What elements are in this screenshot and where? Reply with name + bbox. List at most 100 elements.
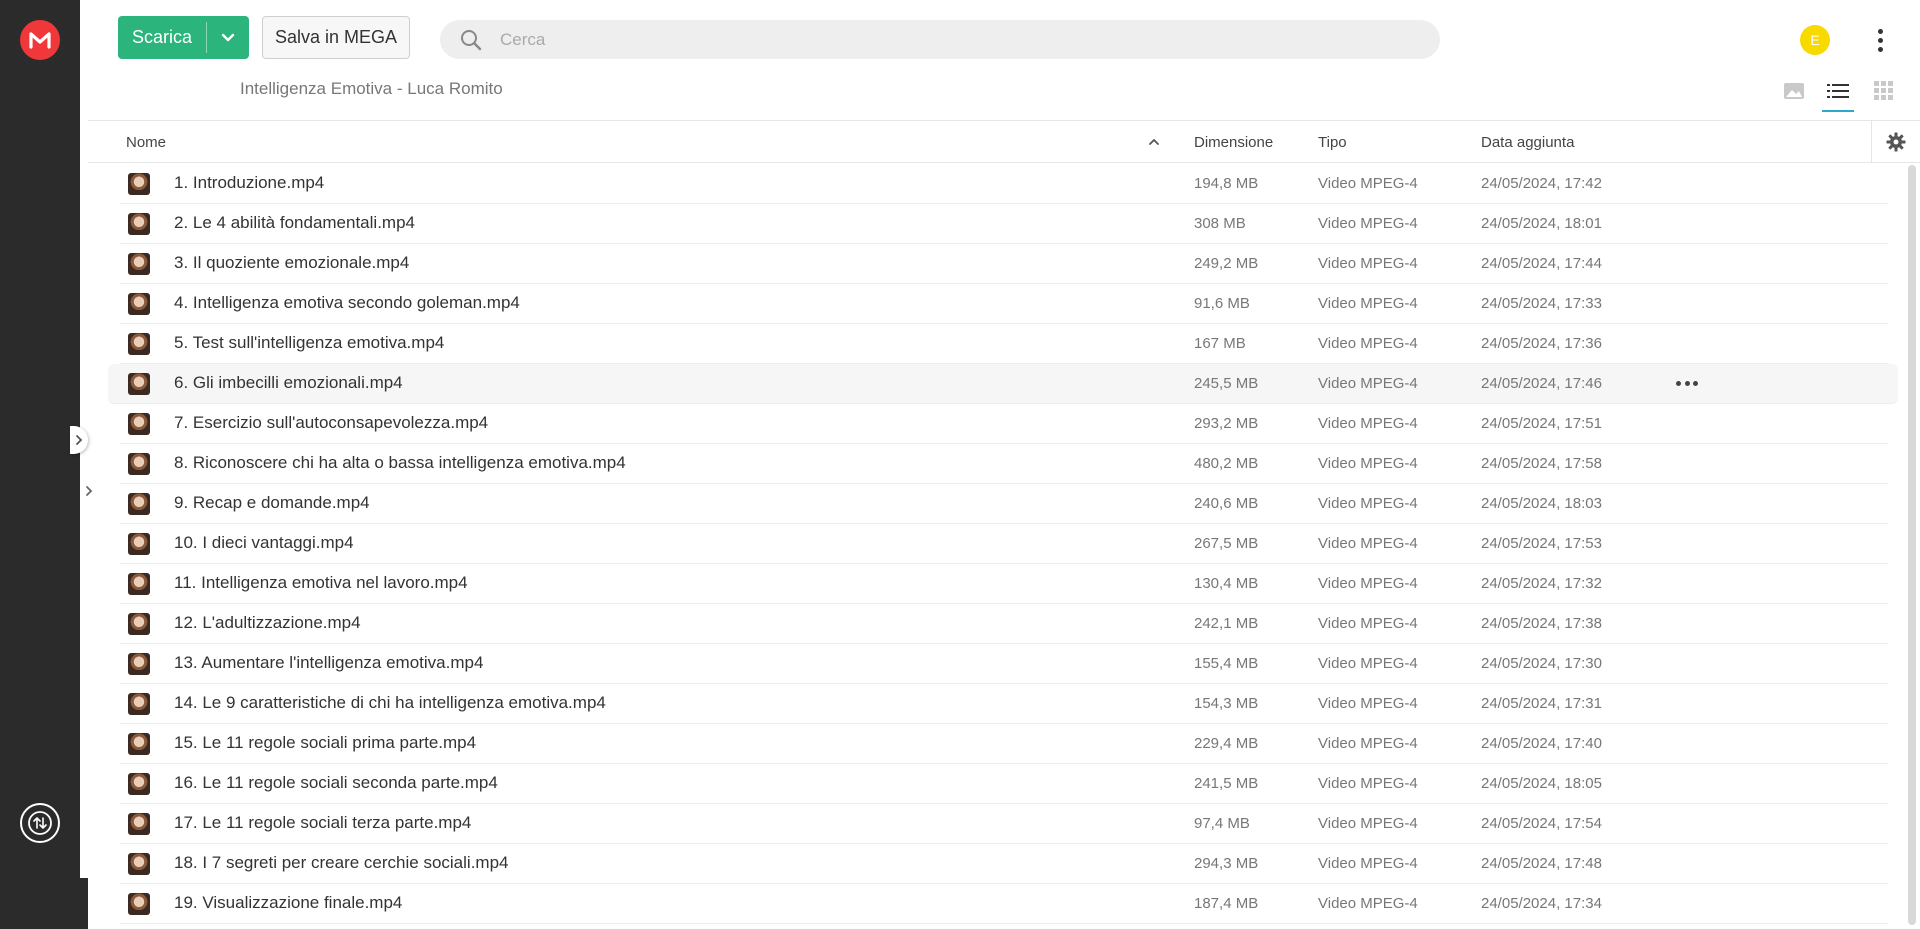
file-name[interactable]: 17. Le 11 regole sociali terza parte.mp4 bbox=[174, 813, 471, 833]
file-size: 97,4 MB bbox=[1194, 815, 1250, 832]
table-header: Nome Dimensione Tipo Data aggiunta bbox=[88, 121, 1920, 163]
file-date: 24/05/2024, 18:01 bbox=[1481, 215, 1602, 232]
file-date: 24/05/2024, 17:51 bbox=[1481, 415, 1602, 432]
video-thumbnail bbox=[128, 173, 150, 195]
thumbnail-view-button[interactable] bbox=[1780, 79, 1808, 103]
table-row[interactable]: 2. Le 4 abilità fondamentali.mp4 308 MB Vi… bbox=[120, 204, 1888, 244]
video-thumbnail bbox=[128, 893, 150, 915]
table-row[interactable]: 15. Le 11 regole sociali prima parte.mp4… bbox=[120, 724, 1888, 764]
mega-logo-icon[interactable] bbox=[20, 20, 60, 60]
table-row[interactable]: 13. Aumentare l'intelligenza emotiva.mp4… bbox=[120, 644, 1888, 684]
video-thumbnail bbox=[128, 613, 150, 635]
table-row[interactable]: 4. Intelligenza emotiva secondo goleman.… bbox=[120, 284, 1888, 324]
grid-view-button[interactable] bbox=[1870, 79, 1898, 103]
file-type: Video MPEG-4 bbox=[1318, 215, 1418, 232]
table-row[interactable]: 7. Esercizio sull'autoconsapevolezza.mp4… bbox=[120, 404, 1888, 444]
table-row[interactable]: 3. Il quoziente emozionale.mp4 249,2 MB Vi… bbox=[120, 244, 1888, 284]
file-date: 24/05/2024, 17:36 bbox=[1481, 335, 1602, 352]
table-row[interactable]: 5. Test sull'intelligenza emotiva.mp4 167… bbox=[120, 324, 1888, 364]
video-thumbnail bbox=[128, 453, 150, 475]
scrollbar[interactable] bbox=[1908, 165, 1916, 925]
file-name[interactable]: 7. Esercizio sull'autoconsapevolezza.mp4 bbox=[174, 413, 488, 433]
file-date: 24/05/2024, 17:48 bbox=[1481, 855, 1602, 872]
column-header-date[interactable]: Data aggiunta bbox=[1481, 134, 1574, 151]
save-to-mega-button[interactable]: Salva in MEGA bbox=[262, 16, 410, 59]
download-button[interactable]: Scarica bbox=[118, 16, 249, 59]
table-row[interactable]: 14. Le 9 caratteristiche di chi ha intel… bbox=[120, 684, 1888, 724]
table-row[interactable]: 16. Le 11 regole sociali seconda parte.m… bbox=[120, 764, 1888, 804]
file-size: 229,4 MB bbox=[1194, 735, 1259, 752]
more-menu-icon[interactable] bbox=[1872, 25, 1888, 55]
file-name[interactable]: 9. Recap e domande.mp4 bbox=[174, 493, 370, 513]
video-thumbnail bbox=[128, 693, 150, 715]
video-thumbnail bbox=[128, 213, 150, 235]
table-row[interactable]: 8. Riconoscere chi ha alta o bassa intel… bbox=[120, 444, 1888, 484]
search-bar[interactable] bbox=[440, 20, 1440, 59]
row-more-icon[interactable] bbox=[1676, 381, 1698, 387]
file-type: Video MPEG-4 bbox=[1318, 495, 1418, 512]
grid-icon bbox=[1874, 81, 1893, 100]
table-row[interactable]: 11. Intelligenza emotiva nel lavoro.mp4 1… bbox=[120, 564, 1888, 604]
file-size: 308 MB bbox=[1194, 215, 1246, 232]
file-name[interactable]: 1. Introduzione.mp4 bbox=[174, 173, 324, 193]
file-name[interactable]: 8. Riconoscere chi ha alta o bassa intel… bbox=[174, 453, 626, 473]
file-name[interactable]: 11. Intelligenza emotiva nel lavoro.mp4 bbox=[174, 573, 468, 593]
file-name[interactable]: 5. Test sull'intelligenza emotiva.mp4 bbox=[174, 333, 444, 353]
file-name[interactable]: 18. I 7 segreti per creare cerchie socia… bbox=[174, 853, 509, 873]
file-size: 154,3 MB bbox=[1194, 695, 1259, 712]
table-row[interactable]: 9. Recap e domande.mp4 240,6 MB Video MPEG… bbox=[120, 484, 1888, 524]
expand-tree-button[interactable] bbox=[80, 477, 98, 505]
file-type: Video MPEG-4 bbox=[1318, 535, 1418, 552]
file-size: 293,2 MB bbox=[1194, 415, 1259, 432]
file-name[interactable]: 15. Le 11 regole sociali prima parte.mp4 bbox=[174, 733, 476, 753]
table-row[interactable]: 18. I 7 segreti per creare cerchie socia… bbox=[120, 844, 1888, 884]
file-name[interactable]: 19. Visualizzazione finale.mp4 bbox=[174, 893, 402, 913]
column-header-name[interactable]: Nome bbox=[126, 134, 166, 151]
file-date: 24/05/2024, 17:30 bbox=[1481, 655, 1602, 672]
file-size: 241,5 MB bbox=[1194, 775, 1259, 792]
chevron-right-icon bbox=[76, 435, 83, 445]
file-name[interactable]: 10. I dieci vantaggi.mp4 bbox=[174, 533, 354, 553]
video-thumbnail bbox=[128, 413, 150, 435]
table-row[interactable]: 12. L'adultizzazione.mp4 242,1 MB Video MP… bbox=[120, 604, 1888, 644]
transfers-icon[interactable] bbox=[20, 803, 60, 843]
file-name[interactable]: 4. Intelligenza emotiva secondo goleman.… bbox=[174, 293, 520, 313]
column-header-size[interactable]: Dimensione bbox=[1194, 134, 1273, 151]
file-name[interactable]: 16. Le 11 regole sociali seconda parte.m… bbox=[174, 773, 498, 793]
table-row[interactable]: 17. Le 11 regole sociali terza parte.mp4… bbox=[120, 804, 1888, 844]
file-date: 24/05/2024, 17:31 bbox=[1481, 695, 1602, 712]
file-type: Video MPEG-4 bbox=[1318, 375, 1418, 392]
file-name[interactable]: 3. Il quoziente emozionale.mp4 bbox=[174, 253, 409, 273]
table-row[interactable]: 6. Gli imbecilli emozionali.mp4 245,5 MB V… bbox=[108, 364, 1898, 404]
column-header-type[interactable]: Tipo bbox=[1318, 134, 1347, 151]
download-options-button[interactable] bbox=[207, 16, 249, 59]
table-row[interactable]: 10. I dieci vantaggi.mp4 267,5 MB Video MP… bbox=[120, 524, 1888, 564]
sort-ascending-icon[interactable] bbox=[1148, 134, 1160, 151]
file-name[interactable]: 6. Gli imbecilli emozionali.mp4 bbox=[174, 373, 403, 393]
file-size: 294,3 MB bbox=[1194, 855, 1259, 872]
search-input[interactable] bbox=[500, 29, 1400, 50]
column-settings-button[interactable] bbox=[1871, 121, 1920, 163]
video-thumbnail bbox=[128, 733, 150, 755]
list-view-button[interactable] bbox=[1822, 79, 1854, 112]
gear-icon bbox=[1886, 132, 1906, 152]
file-name[interactable]: 2. Le 4 abilità fondamentali.mp4 bbox=[174, 213, 415, 233]
file-type: Video MPEG-4 bbox=[1318, 655, 1418, 672]
file-date: 24/05/2024, 17:33 bbox=[1481, 295, 1602, 312]
table-row[interactable]: 1. Introduzione.mp4 194,8 MB Video MPEG-4 2… bbox=[120, 164, 1888, 204]
file-name[interactable]: 13. Aumentare l'intelligenza emotiva.mp4 bbox=[174, 653, 483, 673]
file-size: 155,4 MB bbox=[1194, 655, 1259, 672]
image-icon bbox=[1784, 83, 1804, 99]
file-date: 24/05/2024, 17:40 bbox=[1481, 735, 1602, 752]
download-label[interactable]: Scarica bbox=[118, 16, 206, 59]
file-type: Video MPEG-4 bbox=[1318, 255, 1418, 272]
file-date: 24/05/2024, 17:42 bbox=[1481, 175, 1602, 192]
file-name[interactable]: 12. L'adultizzazione.mp4 bbox=[174, 613, 361, 633]
table-row[interactable]: 19. Visualizzazione finale.mp4 187,4 MB Vi… bbox=[120, 884, 1888, 924]
file-date: 24/05/2024, 17:46 bbox=[1481, 375, 1602, 392]
file-name[interactable]: 14. Le 9 caratteristiche di chi ha intel… bbox=[174, 693, 606, 713]
file-type: Video MPEG-4 bbox=[1318, 615, 1418, 632]
file-size: 187,4 MB bbox=[1194, 895, 1259, 912]
video-thumbnail bbox=[128, 493, 150, 515]
avatar[interactable]: E bbox=[1800, 25, 1830, 55]
